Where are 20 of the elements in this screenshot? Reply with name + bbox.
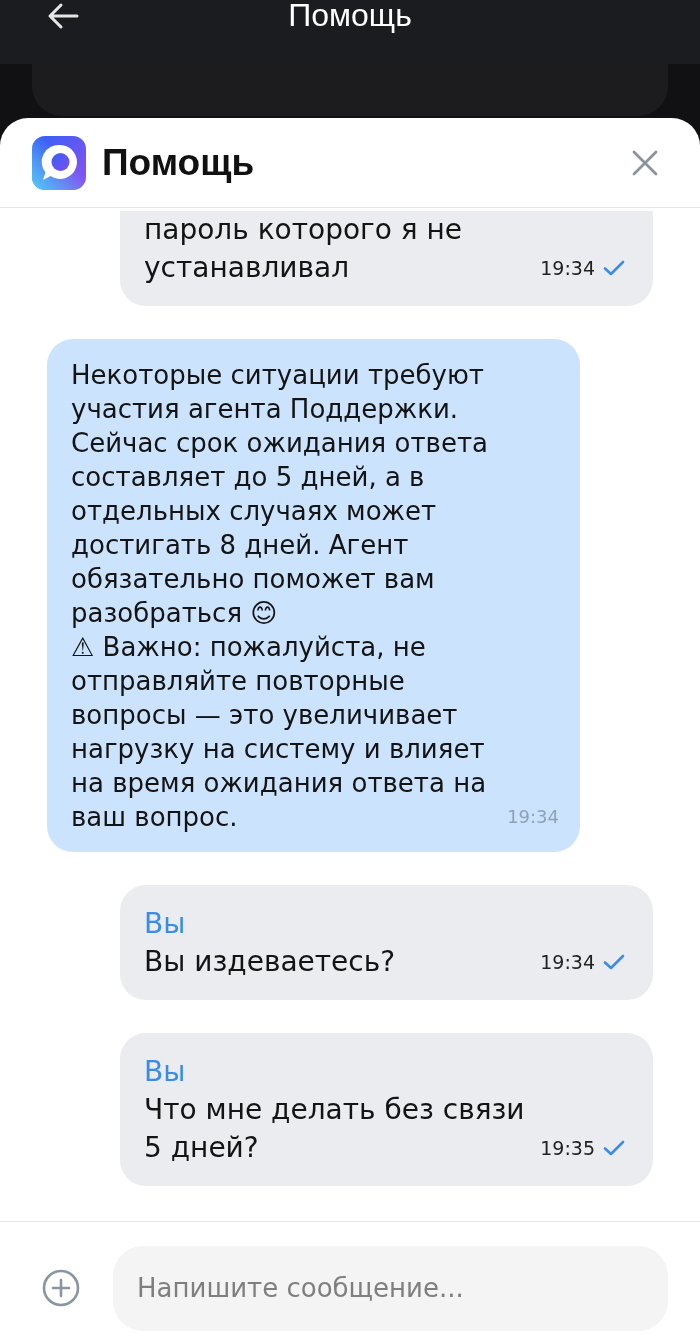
back-button[interactable] [46, 1, 80, 31]
close-button[interactable] [631, 148, 659, 177]
sender-name: Вы [144, 1054, 187, 1090]
sender-name: Вы [144, 906, 187, 942]
message-time: 19:34 [507, 805, 559, 829]
message-text: пароль которого я не устанавливал [144, 212, 464, 286]
add-button[interactable] [41, 1268, 81, 1308]
arrow-left-icon [47, 2, 79, 30]
speech-bubble-logo-icon [32, 135, 86, 190]
message-time: 19:34 [540, 950, 595, 974]
message-text: Некоторые ситуации требуют участия агента Поддержки. Сейчас срок ожидания ответа составляет до 5 дней, а в отдельных случаях может достигать 8 дней. Агент обязательно поможет вам разобраться 😊 ⚠ Важно: пожалуйста, не отправляйте повторные вопросы — это увеличивает нагрузку на систему и влияет на время ожидания ответа на ваш вопрос. [71, 360, 488, 832]
message-input[interactable]: Напишите сообщение... [113, 1245, 668, 1331]
message-time: 19:34 [540, 256, 595, 280]
message-text: Что мне делать без связи 5 дней? [144, 1092, 526, 1166]
message-time: 19:35 [540, 1136, 595, 1160]
message-text: Вы издеваетесь? [144, 944, 397, 980]
close-icon [632, 149, 658, 176]
page-title: Помощь [288, 0, 412, 31]
plus-circle-icon [42, 1269, 80, 1307]
sheet-title: Помощь [102, 142, 255, 183]
